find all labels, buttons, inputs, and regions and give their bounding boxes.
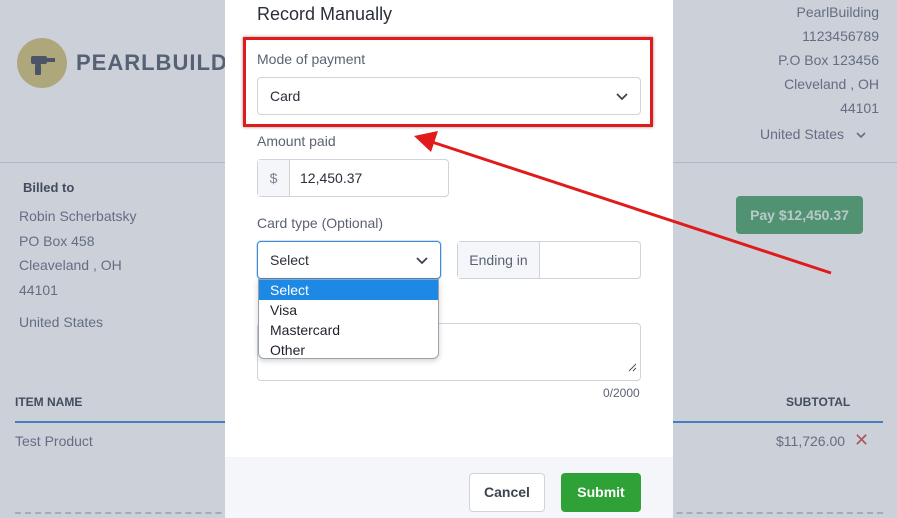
annotation-arrow	[414, 131, 832, 275]
